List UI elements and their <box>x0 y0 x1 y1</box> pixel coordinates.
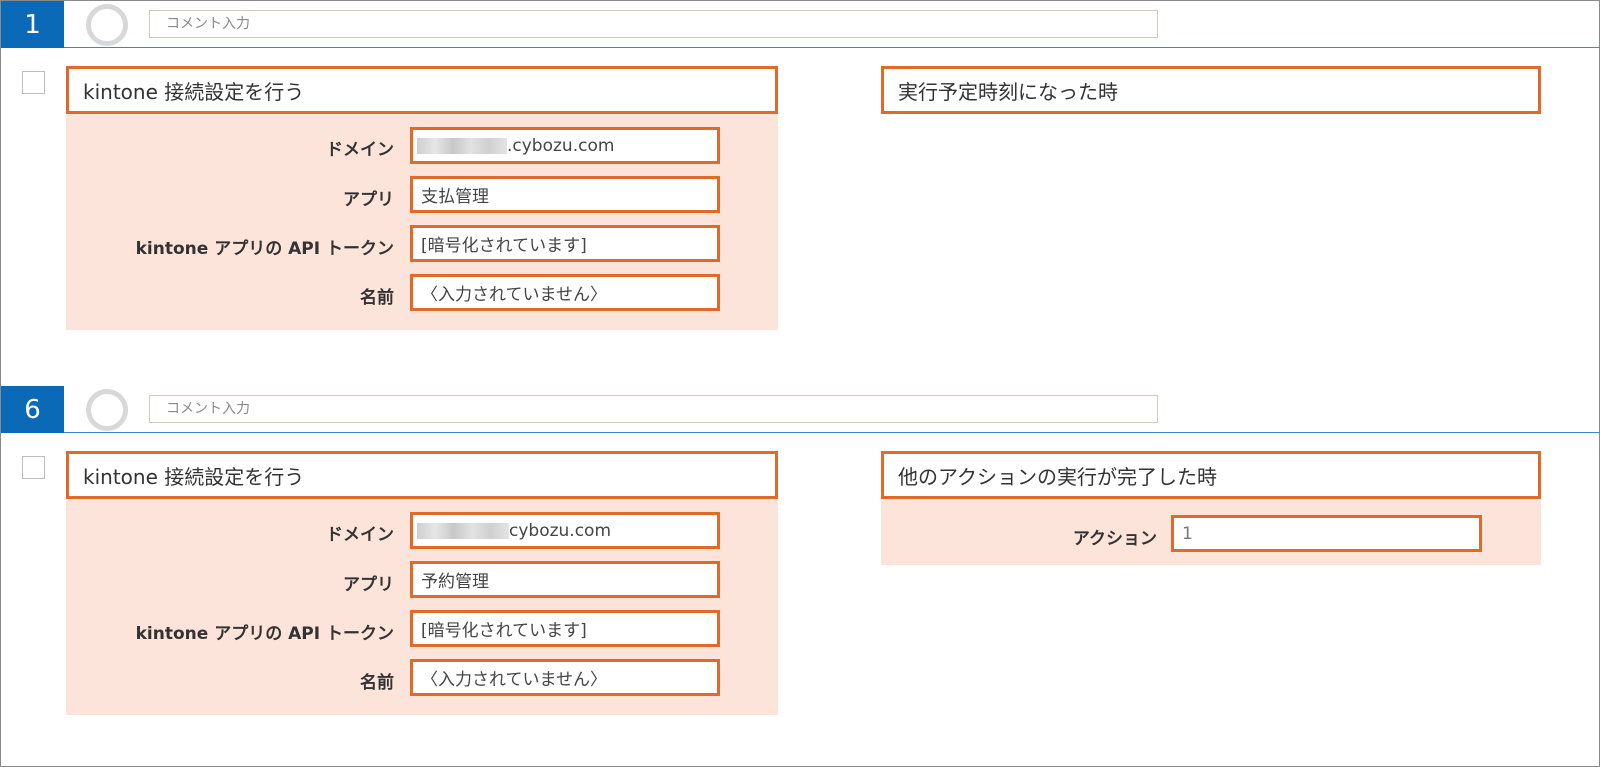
trigger-panel: 他のアクションの実行が完了した時 アクション 1 <box>881 451 1541 565</box>
field-label-app: アプリ <box>343 190 394 210</box>
step-header: 1 <box>1 1 1600 48</box>
workflow-canvas: 1 kintone 接続設定を行う ドメイン .cybozu.com アプリ 支… <box>0 0 1600 767</box>
field-value-domain[interactable]: .cybozu.com <box>410 127 720 164</box>
field-value-api-token[interactable]: [暗号化されています] <box>410 610 720 647</box>
redacted-text <box>417 137 507 154</box>
field-label-app: アプリ <box>343 575 394 595</box>
trigger-panel: 実行予定時刻になった時 <box>881 66 1541 114</box>
comment-input[interactable] <box>149 395 1158 423</box>
redacted-text <box>417 522 509 539</box>
field-value-name[interactable]: 〈入力されていません〉 <box>410 659 720 696</box>
step-number-badge: 6 <box>1 386 64 433</box>
field-value-domain[interactable]: cybozu.com <box>410 512 720 549</box>
field-label-domain: ドメイン <box>326 140 394 160</box>
field-label-name: 名前 <box>360 673 394 693</box>
action-panel-body: ドメイン .cybozu.com アプリ 支払管理 kintone アプリの A… <box>66 114 778 330</box>
field-label-name: 名前 <box>360 288 394 308</box>
trigger-panel-title[interactable]: 他のアクションの実行が完了した時 <box>881 451 1541 499</box>
field-value-action[interactable]: 1 <box>1171 515 1482 552</box>
domain-suffix: .cybozu.com <box>507 135 615 156</box>
field-label-api-token: kintone アプリの API トークン <box>135 239 394 259</box>
step-select-checkbox[interactable] <box>22 71 45 94</box>
action-panel-title[interactable]: kintone 接続設定を行う <box>66 451 778 499</box>
loading-spinner-icon <box>86 389 128 431</box>
trigger-panel-body: アクション 1 <box>881 499 1541 565</box>
field-label-domain: ドメイン <box>326 525 394 545</box>
action-panel: kintone 接続設定を行う ドメイン cybozu.com アプリ 予約管理… <box>66 451 778 715</box>
action-panel: kintone 接続設定を行う ドメイン .cybozu.com アプリ 支払管… <box>66 66 778 330</box>
trigger-panel-title[interactable]: 実行予定時刻になった時 <box>881 66 1541 114</box>
field-value-app[interactable]: 予約管理 <box>410 561 720 598</box>
field-value-app[interactable]: 支払管理 <box>410 176 720 213</box>
action-panel-body: ドメイン cybozu.com アプリ 予約管理 kintone アプリの AP… <box>66 499 778 715</box>
step-select-checkbox[interactable] <box>22 456 45 479</box>
loading-spinner-icon <box>86 4 128 46</box>
action-panel-title[interactable]: kintone 接続設定を行う <box>66 66 778 114</box>
field-value-api-token[interactable]: [暗号化されています] <box>410 225 720 262</box>
field-label-action: アクション <box>1072 529 1157 549</box>
field-value-name[interactable]: 〈入力されていません〉 <box>410 274 720 311</box>
comment-input[interactable] <box>149 10 1158 38</box>
domain-suffix: cybozu.com <box>509 520 612 541</box>
step-number-badge: 1 <box>1 1 64 48</box>
field-label-api-token: kintone アプリの API トークン <box>135 624 394 644</box>
step-header: 6 <box>1 386 1600 433</box>
